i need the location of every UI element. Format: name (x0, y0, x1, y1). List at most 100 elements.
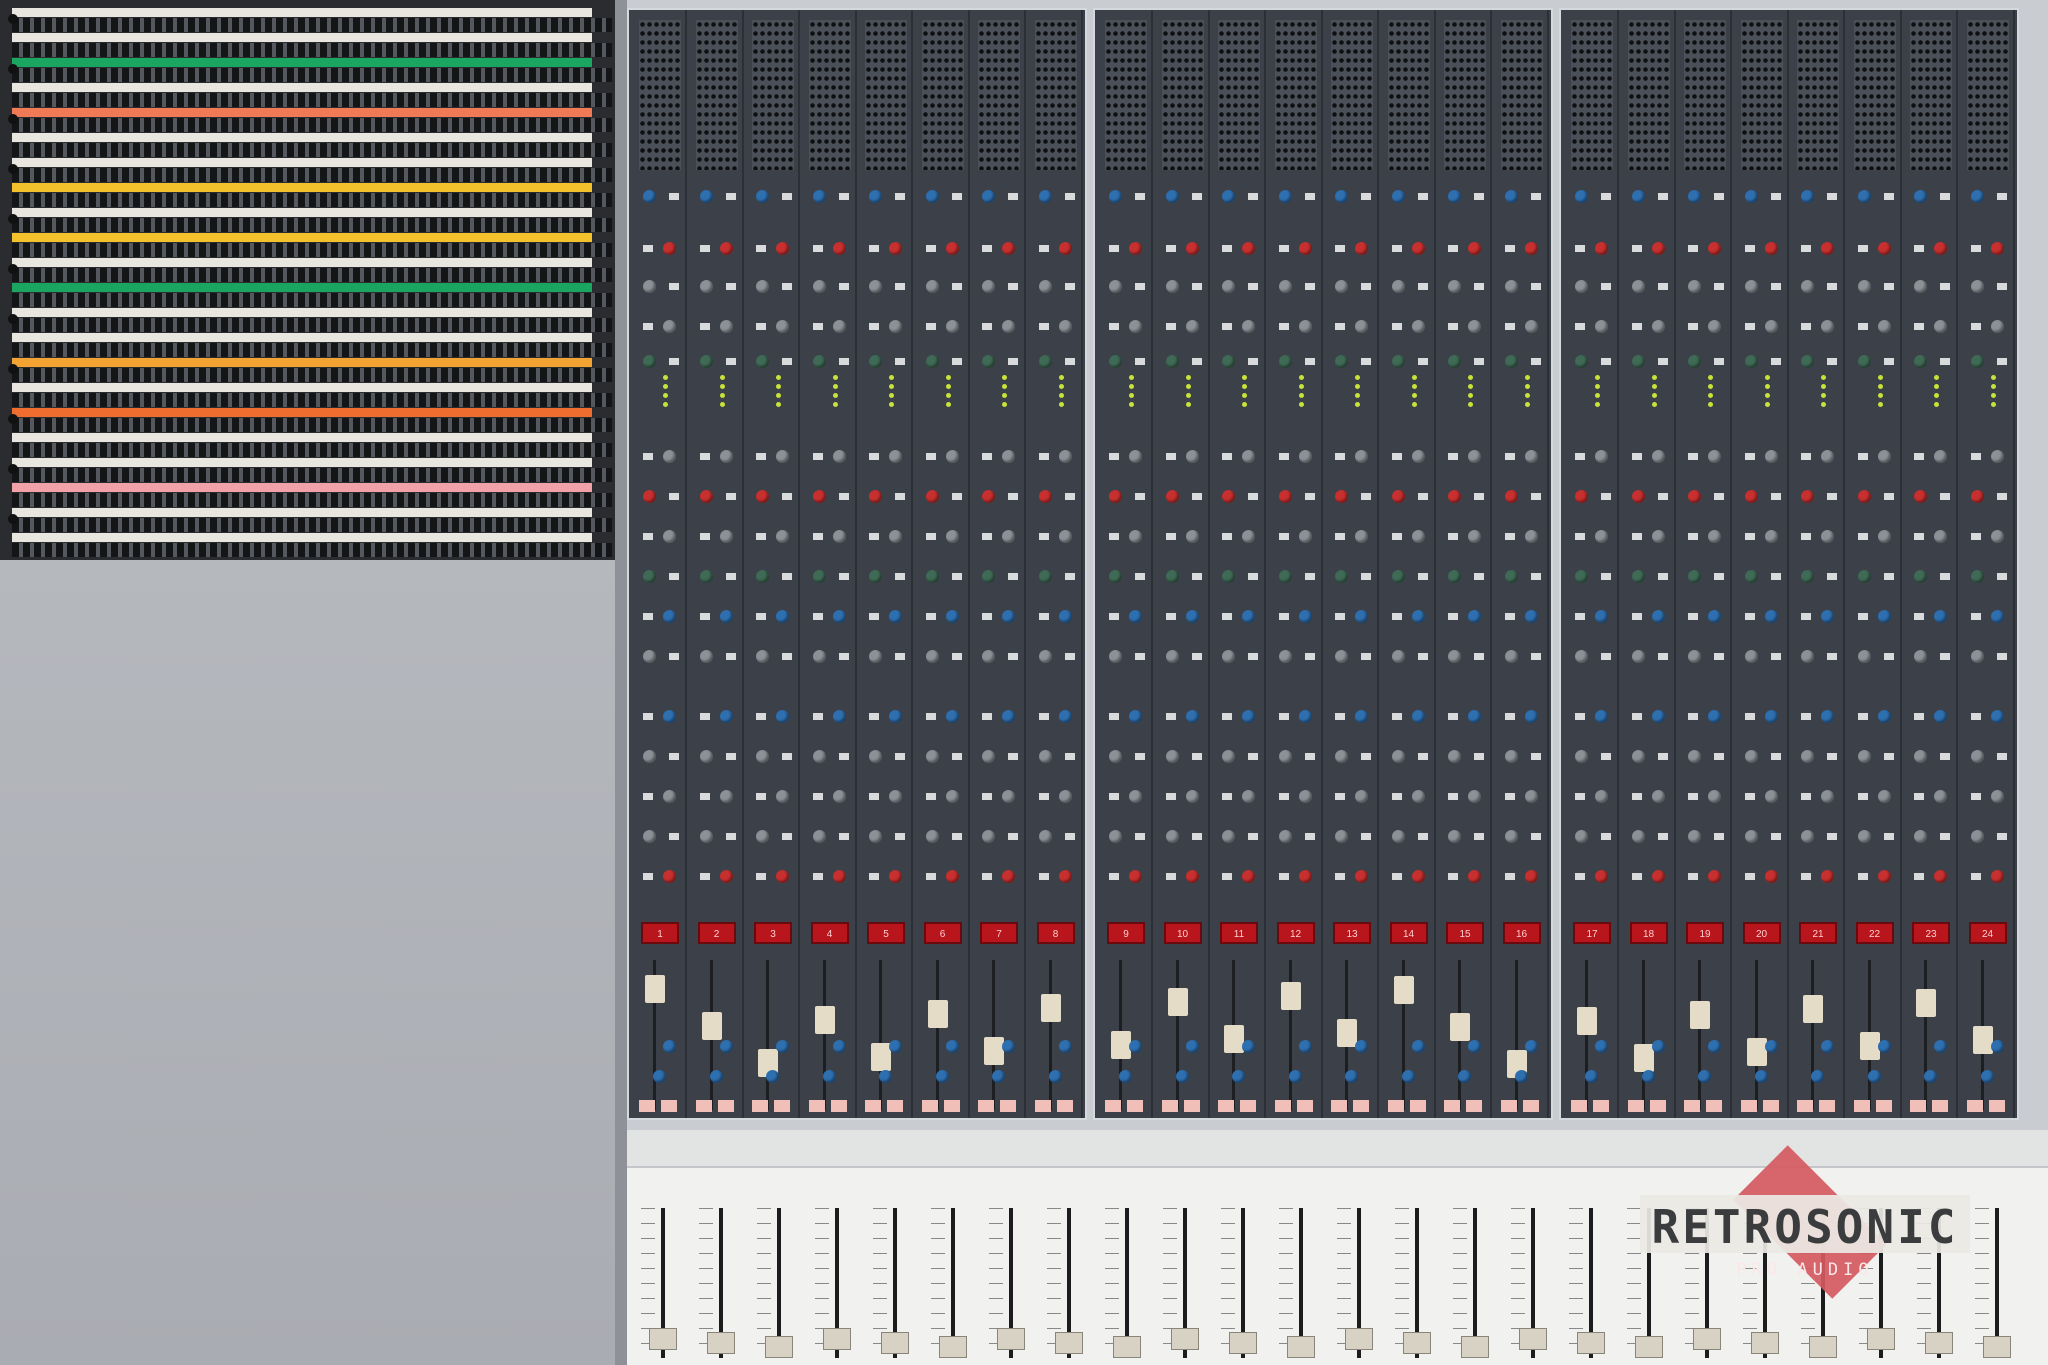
rotary-knob (1524, 450, 1538, 463)
rotary-knob (1688, 355, 1701, 368)
small-fader-track (1924, 960, 1927, 1110)
strip-divider (1264, 10, 1266, 1118)
rotary-knob (1595, 870, 1608, 883)
small-fader-cap (1167, 988, 1188, 1016)
rotary-knob (1688, 650, 1701, 663)
meter-led (1651, 393, 1657, 398)
bottom-button (661, 1100, 677, 1112)
pan-knob (776, 1040, 789, 1053)
switch-button (1165, 533, 1176, 540)
patchbay-row (12, 131, 612, 159)
patchbay-label-strip (12, 233, 592, 242)
rotary-knob (1411, 242, 1425, 255)
rotary-knob (1688, 570, 1701, 583)
switch-button (756, 323, 766, 330)
switch-button (1744, 533, 1755, 540)
switch-button (1631, 713, 1642, 720)
level-knob (1585, 1070, 1598, 1083)
switch-button (699, 323, 710, 330)
patchbay-jack-row (12, 393, 612, 407)
rotary-knob (1821, 530, 1834, 543)
switch-button (1770, 753, 1781, 760)
rotary-knob (1448, 190, 1461, 203)
switch-button (1827, 283, 1837, 290)
rotary-knob (1298, 242, 1312, 255)
meter-led (663, 393, 668, 398)
patchbay-jack-row (12, 143, 612, 157)
rotary-knob (756, 280, 769, 293)
bottom-button (1274, 1100, 1291, 1112)
meter-led (719, 402, 725, 407)
switch-button (1770, 358, 1781, 365)
switch-button (699, 245, 710, 252)
switch-button (1801, 873, 1811, 880)
switch-button (1883, 493, 1894, 500)
rotary-knob (1129, 790, 1142, 803)
rotary-knob (1504, 650, 1518, 663)
switch-button (1530, 833, 1541, 840)
rotary-knob (1970, 490, 1984, 503)
switch-button (925, 873, 936, 880)
strip-divider (798, 10, 800, 1118)
rotary-knob (1468, 610, 1481, 623)
rotary-knob (1448, 570, 1461, 583)
meter-led (776, 393, 781, 398)
switch-button (1335, 873, 1345, 880)
rotary-knob (1335, 570, 1348, 583)
switch-button (1064, 358, 1075, 365)
rotary-knob (1165, 490, 1179, 503)
switch-button (1940, 358, 1950, 365)
fader-cap (1983, 1336, 2011, 1358)
patchbay-jack-row (12, 493, 612, 507)
switch-button (1109, 245, 1119, 252)
pan-knob (1877, 1040, 1891, 1053)
switch-button (1248, 283, 1258, 290)
bottom-button (1522, 1100, 1539, 1112)
switch-button (1631, 793, 1642, 800)
rotary-knob (1278, 750, 1292, 763)
rotary-knob (1058, 610, 1072, 623)
switch-button (812, 533, 823, 540)
rotary-knob (1109, 830, 1122, 843)
rotary-knob (1504, 750, 1518, 763)
rotary-knob (1914, 830, 1927, 843)
rotary-knob (1524, 870, 1538, 883)
switch-button (1248, 753, 1258, 760)
switch-button (1914, 323, 1924, 330)
level-knob (1401, 1070, 1415, 1083)
channel-strip: 24 (1961, 10, 2015, 1118)
fader-cap (1403, 1332, 1431, 1354)
insert-jackfield (1444, 20, 1486, 170)
switch-button (1827, 573, 1837, 580)
rotary-knob (889, 450, 902, 463)
strip-divider (1956, 10, 1958, 1118)
insert-jackfield (639, 20, 681, 170)
rotary-knob (663, 530, 676, 543)
switch-button (1008, 833, 1018, 840)
switch-button (1996, 283, 2007, 290)
meter-led (776, 402, 781, 407)
switch-button (643, 793, 653, 800)
rotary-knob (1504, 490, 1518, 503)
rotary-knob (719, 710, 733, 723)
rotary-knob (1038, 355, 1052, 368)
rotary-knob (699, 190, 713, 203)
pan-knob (889, 1040, 902, 1053)
patchbay-jack-row (12, 268, 612, 282)
rotary-knob (663, 242, 676, 255)
switch-button (1857, 873, 1868, 880)
meter-led (1468, 375, 1473, 380)
level-knob (879, 1070, 892, 1083)
patchbay-row (8, 456, 612, 484)
rotary-knob (699, 355, 713, 368)
rotary-knob (1165, 280, 1179, 293)
rotary-knob (1038, 190, 1052, 203)
switch-button (1008, 493, 1018, 500)
small-fader-cap (1577, 1007, 1597, 1035)
rotary-knob (889, 530, 902, 543)
patchbay-screw (8, 414, 18, 424)
meter-led (1411, 402, 1417, 407)
switch-button (1304, 493, 1315, 500)
switch-button (1770, 653, 1781, 660)
rotary-knob (1109, 650, 1122, 663)
